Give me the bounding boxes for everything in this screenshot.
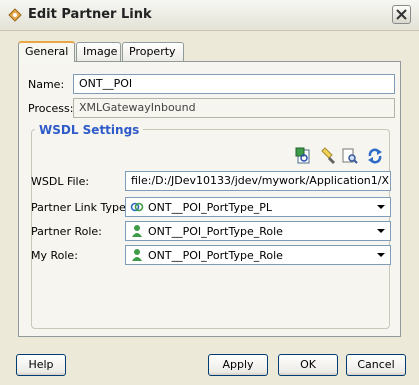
partner-role-value: ONT__POI_PortType_Role (148, 225, 283, 238)
close-icon (396, 9, 407, 20)
apply-button[interactable]: Apply (208, 354, 268, 376)
close-button[interactable] (392, 5, 411, 24)
my-role-value: ONT__POI_PortType_Role (148, 249, 283, 262)
cancel-button[interactable]: Cancel (346, 354, 406, 376)
find-icon[interactable] (341, 147, 359, 165)
partner-link-type-label: Partner Link Type: (31, 201, 130, 214)
wsdl-browse-icon[interactable] (295, 147, 313, 165)
link-type-icon (130, 202, 144, 212)
partner-link-type-select[interactable]: ONT__POI_PortType_PL (125, 197, 391, 217)
flashlight-icon[interactable] (319, 147, 337, 165)
ok-button[interactable]: OK (278, 354, 338, 376)
refresh-icon[interactable] (366, 147, 384, 165)
name-field[interactable]: ONT__POI (73, 74, 395, 94)
tab-property[interactable]: Property (122, 42, 184, 61)
chevron-down-icon[interactable] (373, 223, 389, 239)
dialog-title: Edit Partner Link (28, 7, 152, 22)
general-panel: Name: ONT__POI Process: XMLGatewayInboun… (18, 61, 401, 337)
my-role-label: My Role: (31, 249, 78, 262)
wsdl-file-field[interactable]: file:/D:/JDev10133/jdev/mywork/Applicati… (125, 171, 391, 191)
help-button[interactable]: Help (16, 354, 66, 376)
tab-image[interactable]: Image (76, 42, 121, 61)
process-label: Process: (28, 102, 74, 115)
role-icon (132, 225, 142, 237)
partner-role-select[interactable]: ONT__POI_PortType_Role (125, 221, 391, 241)
chevron-down-icon[interactable] (373, 247, 389, 263)
role-icon (132, 249, 142, 261)
wsdl-file-label: WSDL File: (31, 175, 90, 188)
partner-link-icon (8, 8, 22, 22)
tab-general[interactable]: General (18, 41, 75, 62)
partner-role-label: Partner Role: (31, 225, 102, 238)
title-bar: Edit Partner Link (0, 0, 419, 31)
wsdl-settings-title: WSDL Settings (35, 123, 144, 137)
name-label: Name: (28, 78, 65, 91)
chevron-down-icon[interactable] (373, 199, 389, 215)
partner-link-type-value: ONT__POI_PortType_PL (148, 201, 272, 214)
my-role-select[interactable]: ONT__POI_PortType_Role (125, 245, 391, 265)
process-field: XMLGatewayInbound (73, 98, 395, 118)
